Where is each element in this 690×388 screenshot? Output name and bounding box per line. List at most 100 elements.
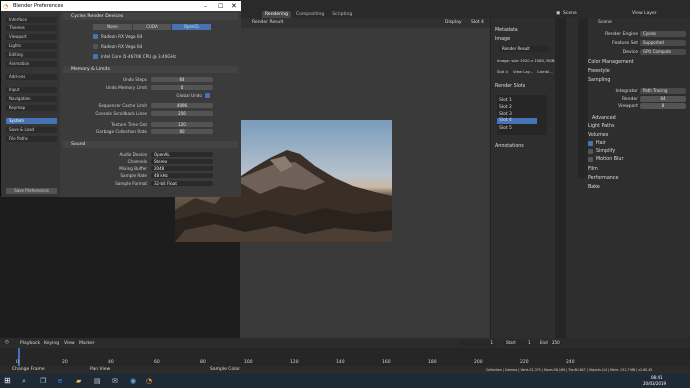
- gc-rate-field[interactable]: 60: [151, 129, 213, 134]
- volumes-panel[interactable]: Volumes: [588, 133, 608, 138]
- tab-none[interactable]: None: [93, 24, 132, 30]
- keying-menu[interactable]: Keying: [44, 341, 59, 346]
- hair-panel[interactable]: Hair: [596, 141, 606, 146]
- feature-set-dropdown[interactable]: Supported: [640, 40, 686, 46]
- bake-panel[interactable]: Bake: [588, 185, 600, 190]
- motion-blur-panel[interactable]: Motion Blur: [596, 157, 623, 162]
- undo-steps-field[interactable]: 64: [151, 77, 213, 82]
- task-view-icon[interactable]: ❐: [40, 377, 46, 385]
- undo-memory-field[interactable]: 0: [151, 85, 213, 90]
- sidebar-item-viewport[interactable]: Viewport: [6, 34, 57, 40]
- close-icon[interactable]: ✕: [231, 2, 237, 10]
- slot-field[interactable]: Slot 4: [497, 69, 508, 74]
- view-layer-selector[interactable]: View Layer: [632, 11, 657, 16]
- list-item[interactable]: Slot 1: [499, 98, 512, 103]
- sidebar-item-system[interactable]: System: [6, 118, 57, 124]
- sidebar-item-lights[interactable]: Lights: [6, 43, 57, 49]
- integrator-label: Integrator: [615, 89, 638, 94]
- sidebar-item-input[interactable]: Input: [6, 87, 57, 93]
- channels-dropdown[interactable]: Stereo: [151, 159, 213, 164]
- global-undo-checkbox[interactable]: [205, 93, 210, 98]
- sidebar-item-interface[interactable]: Interface: [6, 17, 57, 23]
- search-icon[interactable]: ⌕: [22, 377, 26, 386]
- list-item-selected[interactable]: Slot 4: [497, 118, 537, 124]
- view-menu[interactable]: View: [64, 341, 75, 346]
- list-item[interactable]: Slot 5: [499, 126, 512, 131]
- sampling-panel[interactable]: Sampling: [588, 78, 610, 83]
- slot-dropdown[interactable]: Slot 4: [471, 20, 484, 25]
- list-item[interactable]: Slot 2: [499, 105, 512, 110]
- sidebar-item-keymap[interactable]: Keymap: [6, 105, 57, 111]
- render-result-field[interactable]: Render Result: [252, 20, 283, 25]
- display-dropdown[interactable]: Display: [445, 20, 462, 25]
- sidebar-item-themes[interactable]: Themes: [6, 25, 57, 31]
- end-frame-field[interactable]: 250: [549, 340, 563, 346]
- annotations-panel[interactable]: Annotations: [495, 144, 524, 149]
- advanced-subpanel[interactable]: Advanced: [592, 116, 616, 121]
- simplify-panel[interactable]: Simplify: [596, 149, 615, 154]
- current-frame-field[interactable]: 1: [460, 340, 496, 346]
- memory-limits-section[interactable]: Memory & Limits: [63, 66, 238, 73]
- maximize-icon[interactable]: ☐: [218, 3, 223, 10]
- freestyle-panel[interactable]: Freestyle: [588, 69, 610, 74]
- steam-icon[interactable]: ◉: [130, 377, 136, 385]
- view-layer-field[interactable]: View Lay...: [513, 69, 533, 74]
- tab-rendering[interactable]: Rendering: [262, 11, 291, 18]
- minimize-icon[interactable]: –: [204, 3, 207, 10]
- scene-selector[interactable]: Scene: [563, 11, 577, 16]
- sequencer-cache-field[interactable]: 4096: [151, 103, 213, 108]
- tab-cuda[interactable]: CUDA: [132, 24, 172, 30]
- sidebar-item-editing[interactable]: Editing: [6, 52, 57, 58]
- sample-format-dropdown[interactable]: 32-bit Float: [151, 181, 213, 186]
- store-icon[interactable]: ▤: [94, 377, 101, 385]
- texture-timeout-field[interactable]: 120: [151, 122, 213, 127]
- integrator-dropdown[interactable]: Path Tracing: [640, 88, 686, 94]
- image-panel[interactable]: Image: [495, 37, 510, 42]
- windows-start-icon[interactable]: ⊞: [4, 376, 11, 385]
- cycles-devices-section[interactable]: Cycles Render Devices: [63, 13, 238, 20]
- start-frame-field[interactable]: 1: [525, 340, 535, 346]
- sidebar-item-addons[interactable]: Add-ons: [6, 74, 57, 80]
- device-checkbox-2[interactable]: [93, 44, 98, 49]
- marker-menu[interactable]: Marker: [79, 341, 95, 346]
- blender-taskbar-icon[interactable]: ◔: [146, 377, 152, 385]
- motion-blur-checkbox[interactable]: [588, 157, 593, 162]
- playback-menu[interactable]: Playback: [20, 341, 40, 346]
- simplify-checkbox[interactable]: [588, 149, 593, 154]
- undo-memory-label: Undo Memory Limit: [105, 85, 147, 90]
- timeline[interactable]: 0 20 40 60 80 100 120 140 160 180 200 22…: [0, 348, 690, 366]
- audio-device-dropdown[interactable]: OpenAL: [151, 152, 213, 157]
- mixing-buffer-dropdown[interactable]: 2048: [151, 166, 213, 171]
- list-item[interactable]: Slot 3: [499, 112, 512, 117]
- edge-icon[interactable]: e: [58, 377, 62, 385]
- device-checkbox-1[interactable]: [93, 34, 98, 39]
- color-management-panel[interactable]: Color Management: [588, 60, 634, 65]
- render-slots-panel[interactable]: Render Slots: [495, 84, 525, 89]
- film-panel[interactable]: Film: [588, 167, 598, 172]
- sound-section[interactable]: Sound: [63, 141, 238, 148]
- render-samples-field[interactable]: 64: [640, 96, 686, 102]
- metadata-panel[interactable]: Metadata: [495, 28, 518, 33]
- sample-rate-dropdown[interactable]: 48 kHz: [151, 173, 213, 178]
- save-preferences-button[interactable]: Save Preferences: [6, 188, 57, 194]
- folder-icon[interactable]: ▰: [76, 377, 81, 385]
- device-dropdown[interactable]: GPU Compute: [640, 49, 686, 55]
- hair-checkbox[interactable]: [588, 141, 593, 146]
- viewport-samples-field[interactable]: 8: [640, 103, 686, 109]
- tab-compositing[interactable]: Compositing: [293, 11, 327, 18]
- sidebar-item-file-paths[interactable]: File Paths: [6, 136, 57, 142]
- light-paths-panel[interactable]: Light Paths: [588, 124, 615, 129]
- mail-icon[interactable]: ✉: [112, 377, 118, 385]
- tab-scripting[interactable]: Scripting: [329, 11, 355, 18]
- render-engine-dropdown[interactable]: Cycles: [640, 31, 686, 37]
- sidebar-item-navigation[interactable]: Navigation: [6, 96, 57, 102]
- console-scrollback-field[interactable]: 256: [151, 111, 213, 116]
- pass-field[interactable]: Combi...: [537, 69, 553, 74]
- timeline-tick: 100: [244, 360, 253, 365]
- sidebar-item-save-load[interactable]: Save & Load: [6, 127, 57, 133]
- tab-opencl[interactable]: OpenCL: [172, 24, 212, 30]
- performance-panel[interactable]: Performance: [588, 176, 618, 181]
- sidebar-item-animation[interactable]: Animation: [6, 61, 57, 67]
- device-checkbox-3[interactable]: [93, 54, 98, 59]
- image-name-field[interactable]: Render Result: [499, 46, 549, 52]
